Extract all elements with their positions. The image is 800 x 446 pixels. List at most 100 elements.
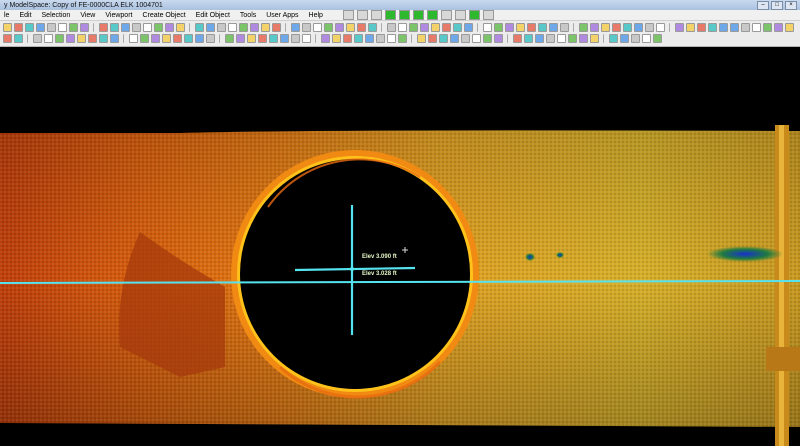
text-icon[interactable]: [494, 23, 503, 32]
render-icon[interactable]: [398, 23, 407, 32]
polyline-icon[interactable]: [77, 34, 86, 43]
grid-icon[interactable]: [376, 34, 385, 43]
seek-icon[interactable]: [409, 23, 418, 32]
view-icon[interactable]: [546, 34, 555, 43]
mode-button-2[interactable]: [356, 10, 368, 20]
layer-icon[interactable]: [195, 34, 204, 43]
mode-button-6[interactable]: [482, 10, 494, 20]
line-icon[interactable]: [321, 34, 330, 43]
circle-icon[interactable]: [719, 23, 728, 32]
select-icon[interactable]: [129, 34, 138, 43]
seek-icon[interactable]: [269, 34, 278, 43]
measure-icon[interactable]: [357, 23, 366, 32]
menu-user-apps[interactable]: User Apps: [262, 12, 304, 19]
help-icon[interactable]: [261, 23, 270, 32]
mode-button-green-5[interactable]: [468, 10, 480, 20]
help-icon[interactable]: [527, 23, 536, 32]
cylinder-icon[interactable]: [302, 34, 311, 43]
move-icon[interactable]: [14, 23, 23, 32]
grid-icon[interactable]: [642, 34, 651, 43]
color-icon[interactable]: [80, 23, 89, 32]
snap-icon[interactable]: [99, 34, 108, 43]
seek-icon[interactable]: [3, 34, 12, 43]
zoom-icon[interactable]: [36, 23, 45, 32]
mode-button-1[interactable]: [342, 10, 354, 20]
render-icon[interactable]: [785, 23, 794, 32]
line-icon[interactable]: [55, 34, 64, 43]
point-icon[interactable]: [206, 23, 215, 32]
line-icon[interactable]: [590, 34, 599, 43]
color-icon[interactable]: [730, 23, 739, 32]
pan-icon[interactable]: [173, 34, 182, 43]
mode-button-3[interactable]: [370, 10, 382, 20]
menu-create-object[interactable]: Create Object: [138, 12, 191, 19]
mode-button-4[interactable]: [440, 10, 452, 20]
grid-icon[interactable]: [516, 23, 525, 32]
move-icon[interactable]: [549, 23, 558, 32]
fence-icon[interactable]: [110, 23, 119, 32]
section-icon[interactable]: [634, 23, 643, 32]
fence-icon[interactable]: [236, 34, 245, 43]
section-icon[interactable]: [225, 34, 234, 43]
rotate-icon[interactable]: [417, 34, 426, 43]
view-icon[interactable]: [154, 23, 163, 32]
cylinder-icon[interactable]: [568, 34, 577, 43]
mode-button-5[interactable]: [454, 10, 466, 20]
plane-icon[interactable]: [291, 34, 300, 43]
view-icon[interactable]: [420, 23, 429, 32]
seek-icon[interactable]: [675, 23, 684, 32]
circle-icon[interactable]: [44, 34, 53, 43]
line-icon[interactable]: [464, 23, 473, 32]
color-icon[interactable]: [472, 34, 481, 43]
measure-icon[interactable]: [483, 34, 492, 43]
fit-icon[interactable]: [58, 23, 67, 32]
maximize-button[interactable]: □: [771, 0, 783, 10]
select-icon[interactable]: [272, 23, 281, 32]
grid-icon[interactable]: [110, 34, 119, 43]
text-icon[interactable]: [620, 34, 629, 43]
render-icon[interactable]: [132, 23, 141, 32]
zoom-icon[interactable]: [162, 34, 171, 43]
rotate-icon[interactable]: [151, 34, 160, 43]
pan-icon[interactable]: [439, 34, 448, 43]
cylinder-icon[interactable]: [708, 23, 717, 32]
limit-box-icon[interactable]: [656, 23, 665, 32]
snap-icon[interactable]: [239, 23, 248, 32]
rotate-icon[interactable]: [25, 23, 34, 32]
measure-icon[interactable]: [623, 23, 632, 32]
menu-edit-object[interactable]: Edit Object: [192, 12, 236, 19]
zoom-icon[interactable]: [428, 34, 437, 43]
fence-icon[interactable]: [645, 23, 654, 32]
seek-icon[interactable]: [535, 34, 544, 43]
pan-icon[interactable]: [313, 23, 322, 32]
render-icon[interactable]: [524, 34, 533, 43]
snap-icon[interactable]: [365, 34, 374, 43]
text-icon[interactable]: [354, 34, 363, 43]
select-icon[interactable]: [398, 34, 407, 43]
circle-icon[interactable]: [579, 34, 588, 43]
mode-button-green-4[interactable]: [426, 10, 438, 20]
plane-icon[interactable]: [557, 34, 566, 43]
fit-icon[interactable]: [184, 34, 193, 43]
minimize-button[interactable]: –: [757, 0, 769, 10]
close-button[interactable]: ×: [785, 0, 797, 10]
menu-view[interactable]: View: [76, 12, 101, 19]
menu-viewport[interactable]: Viewport: [101, 12, 138, 19]
pan-icon[interactable]: [579, 23, 588, 32]
section-icon[interactable]: [368, 23, 377, 32]
menu-help[interactable]: Help: [305, 12, 329, 19]
line-icon[interactable]: [195, 23, 204, 32]
point-cloud-viewport[interactable]: Elev 3.090 ft Elev 3.028 ft: [0, 47, 800, 446]
circle-icon[interactable]: [453, 23, 462, 32]
rotate-icon[interactable]: [291, 23, 300, 32]
text-icon[interactable]: [88, 34, 97, 43]
section-icon[interactable]: [752, 23, 761, 32]
grid-icon[interactable]: [250, 23, 259, 32]
select-icon[interactable]: [538, 23, 547, 32]
color-icon[interactable]: [346, 23, 355, 32]
view-icon[interactable]: [686, 23, 695, 32]
polyline-icon[interactable]: [217, 23, 226, 32]
seek-icon[interactable]: [143, 23, 152, 32]
snap-icon[interactable]: [631, 34, 640, 43]
mode-button-green-2[interactable]: [398, 10, 410, 20]
